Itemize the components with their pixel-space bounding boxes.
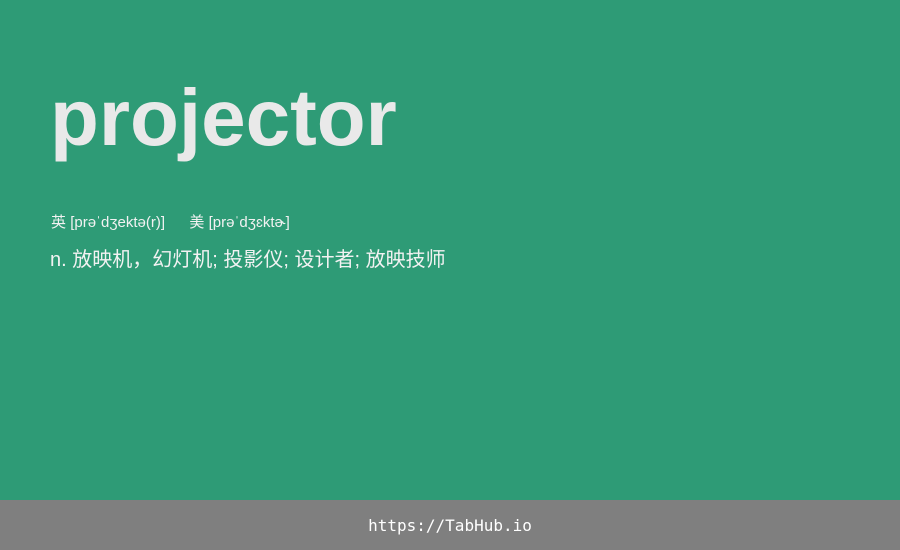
definition-text: n. 放映机，幻灯机; 投影仪; 设计者; 放映技师 [50,249,446,271]
us-label: 美 [189,214,205,231]
tabhub-link[interactable]: https://TabHub.io [368,516,532,535]
headword: projector [50,73,397,162]
us-ipa: [prəˈdʒɛktɚ] [208,214,290,231]
uk-ipa: [prəˈdʒektə(r)] [70,214,166,231]
word-card: projector 英 [prəˈdʒektə(r)] 美 [prəˈdʒɛkt… [0,0,900,500]
uk-label: 英 [51,214,67,231]
pronunciation-row: 英 [prəˈdʒektə(r)] 美 [prəˈdʒɛktɚ] [51,213,290,233]
footer-bar: https://TabHub.io [0,500,900,550]
